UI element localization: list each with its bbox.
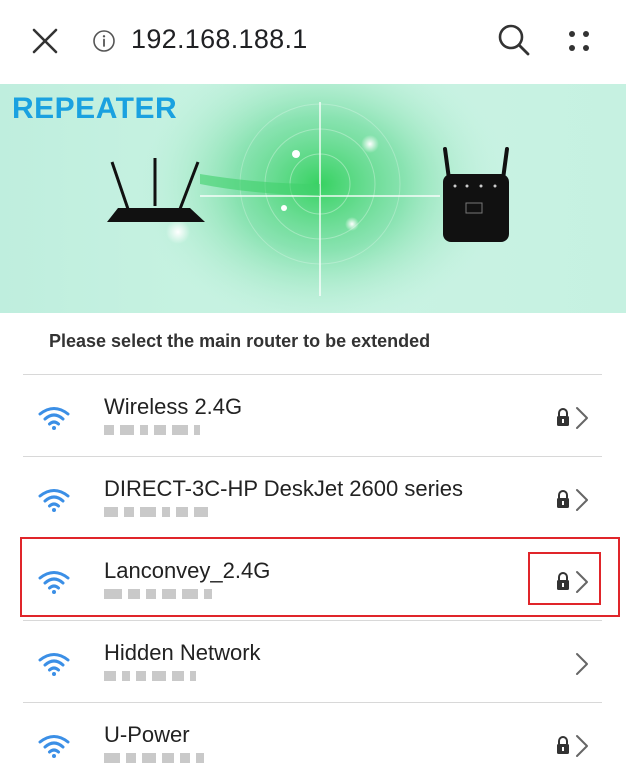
lock-icon	[555, 489, 571, 509]
chevron-right-icon[interactable]	[574, 569, 590, 595]
chevron-right-icon[interactable]	[574, 733, 590, 759]
chevron-right-icon[interactable]	[574, 487, 590, 513]
network-mac-obscured	[104, 425, 244, 439]
network-mac-obscured	[104, 589, 244, 603]
network-list: Wireless 2.4G DIRECT-3C-HP DeskJet 2600 s…	[23, 374, 602, 784]
network-row[interactable]: Lanconvey_2.4G	[23, 538, 602, 620]
network-row[interactable]: Hidden Network	[23, 620, 602, 702]
network-ssid: DIRECT-3C-HP DeskJet 2600 series	[104, 476, 464, 501]
more-options-icon[interactable]	[564, 26, 594, 56]
wifi-signal-icon	[38, 405, 70, 431]
page-subtitle: Please select the main router to be exte…	[49, 331, 431, 351]
lock-icon	[555, 407, 571, 427]
browser-toolbar: 192.168.188.1	[0, 0, 626, 84]
network-ssid: Hidden Network	[104, 640, 261, 665]
banner-title: REPEATER	[12, 92, 178, 125]
network-mac-obscured	[104, 507, 244, 521]
repeater-banner: REPEATER	[0, 84, 626, 313]
network-mac-obscured	[104, 671, 244, 685]
network-row[interactable]: U-Power	[23, 702, 602, 784]
network-ssid: Lanconvey_2.4G	[104, 558, 271, 583]
chevron-right-icon[interactable]	[574, 651, 590, 677]
info-icon[interactable]	[92, 29, 116, 53]
wifi-signal-icon	[38, 487, 70, 513]
lock-icon	[555, 735, 571, 755]
network-row[interactable]: Wireless 2.4G	[23, 374, 602, 456]
address-bar-url[interactable]: 192.168.188.1	[131, 24, 308, 55]
wifi-signal-icon	[38, 651, 70, 677]
wifi-signal-icon	[38, 733, 70, 759]
close-icon[interactable]	[28, 24, 62, 58]
search-icon[interactable]	[496, 22, 532, 58]
network-mac-obscured	[104, 753, 244, 767]
network-ssid: U-Power	[104, 722, 190, 747]
chevron-right-icon[interactable]	[574, 405, 590, 431]
wifi-signal-icon	[38, 569, 70, 595]
lock-icon	[555, 571, 571, 591]
network-row[interactable]: DIRECT-3C-HP DeskJet 2600 series	[23, 456, 602, 538]
network-ssid: Wireless 2.4G	[104, 394, 243, 419]
